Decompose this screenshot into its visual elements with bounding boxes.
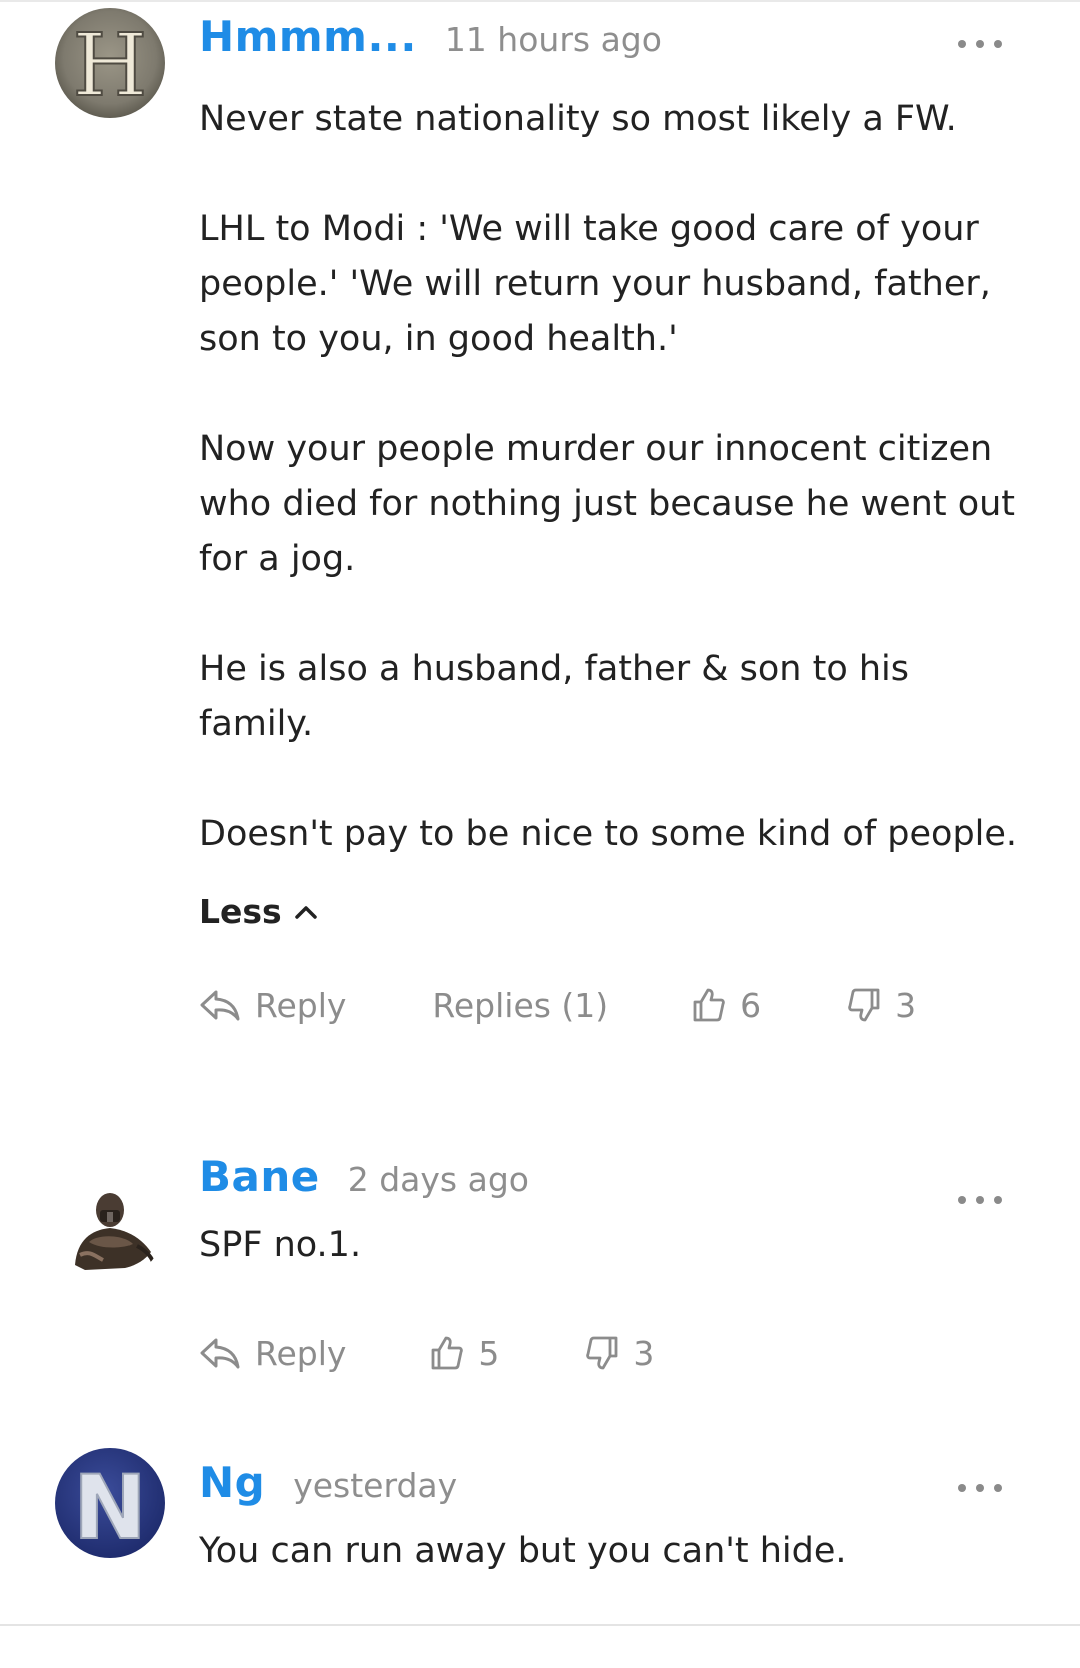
avatar[interactable]: N (55, 1448, 165, 1558)
comment-actions: Reply Replies (1) 6 3 (199, 975, 1019, 1035)
comment-actions: Reply 5 3 (199, 1323, 1019, 1383)
bottom-divider (0, 1624, 1080, 1626)
more-options-button[interactable] (958, 1482, 1002, 1494)
dislike-button[interactable]: 3 (585, 1334, 654, 1373)
show-less-button[interactable]: Less (199, 892, 1019, 931)
comment-paragraph: You can run away but you can't hide. (199, 1531, 847, 1571)
more-horizontal-icon (958, 40, 966, 48)
thumbs-up-icon (432, 1336, 464, 1370)
reply-button[interactable]: Reply (199, 1334, 346, 1373)
top-divider (0, 0, 1080, 2)
like-button[interactable]: 6 (692, 986, 761, 1025)
reply-button[interactable]: Reply (199, 986, 346, 1025)
comment-time: 2 days ago (347, 1160, 529, 1199)
comment-header: Bane 2 days ago (199, 1152, 1019, 1212)
comment-paragraph: LHL to Modi : 'We will take good care of… (199, 209, 991, 359)
thumbs-up-icon (693, 988, 725, 1022)
reply-label: Reply (255, 1333, 347, 1373)
more-horizontal-icon (958, 1196, 966, 1204)
comment-header: Hmmm... 11 hours ago (199, 12, 1019, 72)
author-name[interactable]: Ng (199, 1458, 265, 1507)
reply-label: Reply (255, 985, 347, 1025)
dislike-button[interactable]: 3 (847, 986, 916, 1025)
comment-paragraph: Now your people murder our innocent citi… (199, 429, 1016, 579)
more-options-button[interactable] (958, 1194, 1002, 1206)
author-name[interactable]: Hmmm... (199, 12, 417, 61)
comment-time: yesterday (293, 1466, 458, 1505)
chevron-up-icon (294, 905, 317, 919)
comment-paragraph: He is also a husband, father & son to hi… (199, 649, 909, 744)
comment-paragraph: Never state nationality so most likely a… (199, 99, 957, 139)
like-count: 6 (740, 985, 762, 1025)
comment-paragraph: Doesn't pay to be nice to some kind of p… (199, 814, 1018, 854)
dislike-count: 3 (895, 985, 917, 1025)
thumbs-down-icon (848, 988, 880, 1022)
comment-text: You can run away but you can't hide. (199, 1524, 1019, 1579)
dislike-count: 3 (633, 1333, 655, 1373)
like-count: 5 (478, 1333, 500, 1373)
replies-button[interactable]: Replies (1) (432, 986, 608, 1025)
reply-arrow-icon (200, 990, 240, 1021)
author-name[interactable]: Bane (199, 1152, 320, 1201)
replies-label: Replies (1) (432, 985, 609, 1025)
comment-text: Never state nationality so most likely a… (199, 92, 1019, 862)
like-button[interactable]: 5 (430, 1334, 499, 1373)
comment-header: Ng yesterday (199, 1458, 1019, 1518)
thumbs-down-icon (586, 1336, 618, 1370)
comment-paragraph: SPF no.1. (199, 1225, 362, 1265)
avatar-letter: N (73, 1456, 147, 1558)
avatar[interactable]: H (55, 8, 165, 118)
avatar[interactable] (55, 1170, 165, 1280)
reply-arrow-icon (200, 1338, 240, 1369)
avatar-letter: H (73, 16, 148, 116)
show-less-label: Less (199, 892, 282, 931)
comment-text: SPF no.1. (199, 1218, 1019, 1273)
more-options-button[interactable] (958, 38, 1002, 50)
comment-time: 11 hours ago (444, 20, 662, 59)
more-horizontal-icon (958, 1484, 966, 1492)
